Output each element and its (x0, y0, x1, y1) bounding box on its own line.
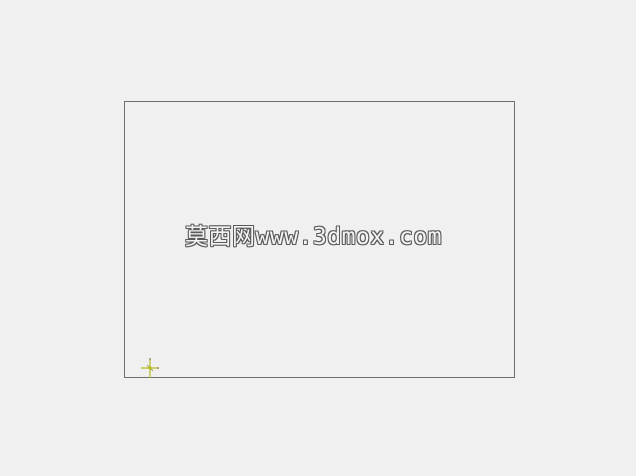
watermark-text: 莫西网www.3dmox.com (185, 224, 443, 250)
axis-gizmo-icon (141, 358, 159, 378)
viewport-canvas[interactable]: 莫西网www.3dmox.com (0, 0, 636, 476)
